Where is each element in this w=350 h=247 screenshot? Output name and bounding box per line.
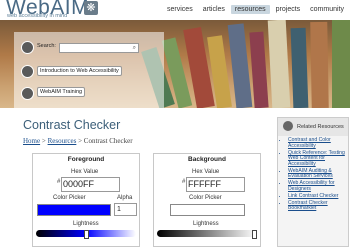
bg-hex-label: Hex Value [192, 169, 220, 175]
background-title: Background [188, 156, 226, 163]
search-input[interactable]: ⌕ [59, 43, 139, 53]
site-tagline: web accessibility in mind [7, 13, 68, 19]
bg-lightness-slider[interactable] [157, 230, 257, 239]
lightbulb-icon [21, 65, 34, 78]
bg-color-picker[interactable] [170, 204, 245, 216]
nav-item-services[interactable]: services [163, 5, 197, 14]
breadcrumb-separator: > [41, 137, 46, 145]
fg-hex-input[interactable]: 0000FF [61, 177, 120, 192]
breadcrumb-resources[interactable]: Resources [48, 137, 77, 145]
nav-item-community[interactable]: community [306, 5, 348, 14]
magnifier-icon[interactable]: ⌕ [133, 44, 136, 52]
logo-badge-icon: ❋ [84, 1, 98, 15]
intro-link[interactable]: Introduction to Web Accessibility [37, 66, 122, 76]
fg-alpha-label: Alpha [117, 195, 133, 201]
breadcrumb-separator: > [78, 137, 83, 145]
resources-icon [283, 121, 293, 131]
fg-lightness-thumb[interactable] [84, 230, 89, 239]
related-link[interactable]: Contrast and Color Accessibility [288, 137, 348, 149]
bg-lightness-label: Lightness [193, 221, 219, 227]
fg-lightness-slider[interactable] [36, 230, 136, 239]
site-header: WebAIM ❋ web accessibility in mind servi… [0, 0, 350, 20]
fg-alpha-input[interactable]: 1 [114, 203, 137, 216]
fg-picker-label: Color Picker [53, 195, 86, 201]
sidebar-title: Related Resources [297, 124, 344, 130]
related-link[interactable]: WebAIM Auditing & Evaluation Services [288, 168, 348, 180]
bg-lightness-thumb[interactable] [252, 230, 257, 239]
breadcrumb-home[interactable]: Home [23, 137, 40, 145]
training-link[interactable]: WebAIM Training [37, 87, 86, 97]
foreground-title: Foreground [67, 156, 105, 163]
bg-picker-label: Color Picker [189, 195, 222, 201]
fg-hash: # [57, 179, 61, 185]
training-icon [21, 87, 34, 100]
page-title: Contrast Checker [23, 118, 121, 132]
bg-hash: # [182, 179, 186, 185]
background-panel: Background Hex Value # FFFFFF Color Pick… [153, 153, 261, 247]
fg-hex-label: Hex Value [71, 169, 99, 175]
fg-color-picker[interactable] [37, 204, 111, 216]
related-link[interactable]: Quick Reference: Testing Web Content for… [288, 150, 348, 168]
related-links-list: Contrast and Color Accessibility Quick R… [280, 137, 348, 213]
search-icon [21, 41, 34, 54]
hero-banner: Search: ⌕ Introduction to Web Accessibil… [0, 20, 350, 108]
nav-item-articles[interactable]: articles [199, 5, 229, 14]
related-link[interactable]: Link Contrast Checker [288, 193, 348, 200]
main-nav: services articles resources projects com… [163, 5, 350, 14]
bg-hex-input[interactable]: FFFFFF [186, 177, 245, 192]
nav-item-resources[interactable]: resources [230, 5, 270, 14]
foreground-panel: Foreground Hex Value # 0000FF Color Pick… [32, 153, 140, 247]
breadcrumb: Home > Resources > Contrast Checker [23, 137, 133, 145]
related-link[interactable]: Web Accessibility for Designers [288, 180, 348, 192]
fg-lightness-label: Lightness [73, 221, 99, 227]
related-link[interactable]: Contrast Checker Bookmarklet [288, 200, 348, 212]
breadcrumb-current: Contrast Checker [83, 137, 133, 145]
sidebar-header: Related Resources [278, 118, 348, 136]
search-label: Search: [37, 43, 56, 49]
nav-item-projects[interactable]: projects [272, 5, 305, 14]
related-resources-sidebar: Related Resources Contrast and Color Acc… [277, 117, 349, 247]
